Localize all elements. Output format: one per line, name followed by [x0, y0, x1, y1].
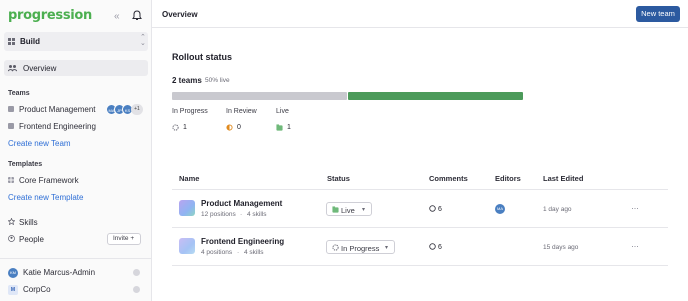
team-positions: 4 positions: [201, 249, 233, 256]
bell-icon[interactable]: [132, 10, 142, 21]
new-team-button[interactable]: New team: [636, 6, 680, 22]
sidebar-item-label: Frontend Engineering: [19, 122, 96, 131]
status-value: Live: [341, 205, 355, 215]
percent-live: 50% live: [205, 77, 230, 84]
chevron-up-down-icon: ⌃ ⌄: [140, 34, 146, 47]
team-icon: [8, 123, 14, 129]
team-skills: 4 skills: [247, 211, 267, 218]
org-avatar: M: [8, 285, 18, 295]
collapse-sidebar-icon[interactable]: «: [114, 11, 120, 22]
sidebar: progression « Build ⌃ ⌄ Overview Teams Pr…: [0, 0, 152, 301]
star-icon: [8, 218, 15, 225]
invite-button[interactable]: Invite +: [107, 233, 141, 245]
in-progress-icon: [172, 124, 179, 131]
avatar: KM: [8, 268, 18, 278]
rollout-status-title: Rollout status: [172, 52, 232, 62]
status-dot: [133, 286, 140, 293]
comment-icon: [429, 243, 436, 250]
column-header-comments[interactable]: Comments: [429, 174, 468, 183]
chevron-down-icon: ▾: [385, 245, 389, 251]
editor-avatar[interactable]: MA: [495, 204, 505, 214]
live-icon: [332, 206, 339, 213]
team-skills: 4 skills: [244, 249, 264, 256]
comments-value: 6: [438, 206, 442, 213]
dot-separator: ·: [240, 211, 243, 218]
comments-count[interactable]: 6: [429, 243, 442, 251]
create-team-link[interactable]: Create new Team: [8, 139, 71, 148]
sidebar-item-core-framework[interactable]: Core Framework: [8, 175, 148, 187]
teams-section-header: Teams: [8, 90, 30, 97]
stat-value-in-review: 0: [237, 124, 241, 131]
table-divider: [172, 265, 668, 266]
sidebar-item-label: Overview: [23, 64, 57, 73]
column-header-editors[interactable]: Editors: [495, 174, 521, 183]
comment-icon: [429, 205, 436, 212]
column-header-last-edited[interactable]: Last Edited: [543, 174, 583, 183]
progress-bar-live: [348, 92, 523, 100]
stat-label-in-review: In Review: [226, 108, 257, 115]
sidebar-item-skills[interactable]: Skills: [8, 217, 148, 229]
template-icon: [8, 177, 14, 183]
sidebar-item-label: Skills: [19, 218, 38, 227]
stat-value-in-progress: 1: [183, 124, 187, 131]
current-org[interactable]: M CorpCo: [8, 284, 148, 296]
sidebar-item-label: People: [19, 235, 44, 244]
team-avatar-icon: [179, 238, 195, 254]
column-header-name[interactable]: Name: [179, 174, 199, 183]
more-options-icon[interactable]: ···: [631, 241, 639, 251]
status-select[interactable]: Live ▾: [326, 202, 372, 216]
in-review-icon: [226, 124, 233, 131]
comments-count[interactable]: 6: [429, 205, 442, 213]
user-name: Katie Marcus-Admin: [23, 268, 96, 277]
stat-value-live: 1: [287, 124, 291, 131]
last-edited: 1 day ago: [543, 206, 572, 213]
templates-section-header: Templates: [8, 161, 43, 168]
live-icon: [276, 124, 283, 131]
in-progress-icon: [332, 244, 339, 251]
column-header-status[interactable]: Status: [327, 174, 350, 183]
sidebar-item-label: Product Management: [19, 105, 96, 114]
progress-bar-not-live: [172, 92, 347, 100]
stat-label-in-progress: In Progress: [172, 108, 208, 115]
last-edited: 15 days ago: [543, 244, 579, 251]
sidebar-item-frontend-engineering[interactable]: Frontend Engineering: [8, 121, 148, 133]
team-positions: 12 positions: [201, 211, 236, 218]
sidebar-item-overview[interactable]: Overview: [4, 60, 148, 76]
team-icon: [8, 106, 14, 112]
page-title: Overview: [162, 10, 198, 19]
top-bar: Overview New team: [152, 0, 688, 28]
comments-value: 6: [438, 244, 442, 251]
org-name: CorpCo: [23, 285, 51, 294]
workspace-label: Build: [20, 37, 40, 46]
dot-separator: ·: [237, 249, 240, 256]
grid-icon: [8, 38, 15, 45]
team-name[interactable]: Product Management: [201, 199, 282, 208]
stat-label-live: Live: [276, 108, 289, 115]
table-divider: [172, 189, 668, 190]
team-name[interactable]: Frontend Engineering: [201, 237, 284, 246]
table-divider: [172, 227, 668, 228]
team-avatar-icon: [179, 200, 195, 216]
create-template-link[interactable]: Create new Template: [8, 193, 83, 202]
status-value: In Progress: [341, 243, 380, 253]
people-group-icon: [8, 65, 17, 72]
teams-count: 2 teams: [172, 76, 202, 85]
avatar-more-count: +1: [131, 104, 143, 115]
more-options-icon[interactable]: ···: [631, 203, 639, 213]
person-circle-icon: [8, 235, 15, 242]
chevron-down-icon: ▾: [362, 207, 366, 213]
current-user[interactable]: KM Katie Marcus-Admin: [8, 267, 148, 279]
status-select[interactable]: In Progress ▾: [326, 240, 395, 254]
workspace-select[interactable]: Build ⌃ ⌄: [4, 32, 148, 51]
sidebar-item-label: Core Framework: [19, 176, 79, 185]
status-dot: [133, 269, 140, 276]
sidebar-divider: [0, 258, 152, 259]
app-logo[interactable]: progression: [8, 8, 92, 23]
